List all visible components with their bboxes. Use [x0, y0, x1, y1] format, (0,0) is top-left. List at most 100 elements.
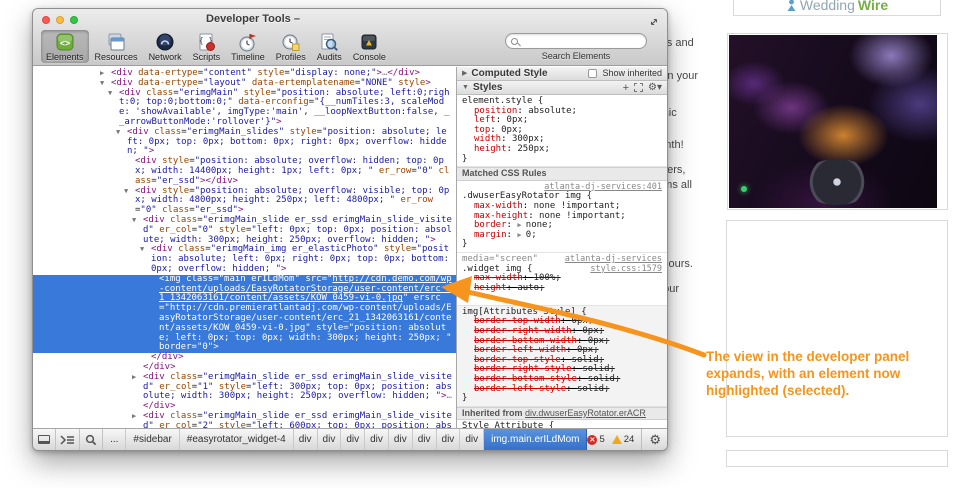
tab-scripts[interactable]: { } Scripts: [188, 30, 226, 63]
disclosure-triangle[interactable]: ▶: [132, 373, 136, 383]
breadcrumb-item[interactable]: div: [437, 429, 461, 450]
property-value: none !important;: [534, 201, 621, 211]
property-value: absolute;: [528, 106, 577, 116]
property-value: solid;: [588, 374, 621, 384]
search-input[interactable]: [521, 36, 636, 46]
console-icon: [359, 32, 379, 52]
property-name: height: [474, 144, 507, 154]
dj-photo[interactable]: [729, 35, 937, 208]
inherited-node-link[interactable]: div.dwuserEasyRotator.erACR: [525, 408, 646, 418]
dom-tree-row[interactable]: ▼<div class="erimgMain" style="position:…: [33, 89, 456, 128]
property-value: 250px;: [517, 144, 550, 154]
status-bar: ...#sidebar#easyrotator_widget-4divdivdi…: [33, 428, 667, 450]
disclosure-triangle[interactable]: ▼: [108, 89, 112, 99]
collapsed-triangle-icon[interactable]: ▶: [462, 69, 467, 79]
tab-label: Network: [149, 52, 182, 62]
logo-word-2: Wire: [858, 0, 888, 13]
css-property[interactable]: margin: ▶ 0;: [462, 231, 662, 241]
show-inherited-checkbox[interactable]: [588, 69, 597, 78]
dom-tree-row[interactable]: ▼<div class="erimgMain_img er_elasticPho…: [33, 245, 456, 274]
dom-tree-row[interactable]: </div>: [33, 353, 456, 363]
dock-toggle-button[interactable]: [33, 429, 56, 450]
breadcrumb-item[interactable]: ...: [103, 429, 126, 450]
breadcrumb-item[interactable]: div: [413, 429, 437, 450]
search-field[interactable]: [505, 33, 647, 49]
node-search-button[interactable]: [80, 429, 103, 450]
breadcrumb-item[interactable]: div: [389, 429, 413, 450]
dom-tree-pane[interactable]: ▶<div data-ertype="content" style="displ…: [33, 67, 456, 428]
dom-tree-row[interactable]: ▼<div style="position: absolute; overflo…: [33, 187, 456, 216]
property-value: solid;: [577, 384, 610, 394]
tab-audits[interactable]: Audits: [312, 30, 347, 63]
expand-value-icon[interactable]: ▶: [517, 231, 525, 239]
separator: [641, 429, 642, 450]
disclosure-triangle[interactable]: ▼: [132, 216, 136, 226]
minimize-button[interactable]: [56, 16, 64, 24]
close-button[interactable]: [42, 16, 50, 24]
svg-text:<>: <>: [59, 39, 70, 49]
stylesheet-link[interactable]: atlanta-dj-services:401: [544, 182, 662, 192]
console-toggle-icon: [60, 435, 76, 445]
css-property[interactable]: border-left-style: solid;: [462, 385, 662, 395]
dom-tree-row[interactable]: ▶<div class="erimgMain_slide er_ssd erim…: [33, 373, 456, 412]
dom-tree-row[interactable]: ▼<div class="erimgMain_slide er_ssd erim…: [33, 216, 456, 245]
weddingwire-badge[interactable]: WeddingWire: [733, 0, 941, 16]
property-value: solid;: [582, 364, 615, 374]
warning-icon: [612, 435, 622, 444]
audits-icon: [319, 32, 339, 52]
dom-tree-row[interactable]: ▼<div class="erimgMain_slides" style="po…: [33, 128, 456, 157]
tab-label: Scripts: [193, 52, 221, 62]
console-toggle-button[interactable]: [56, 429, 79, 450]
settings-gear-icon[interactable]: ⚙: [649, 432, 661, 448]
breadcrumb-item[interactable]: div: [460, 429, 484, 450]
tab-timeline[interactable]: Timeline: [226, 30, 270, 63]
disclosure-triangle[interactable]: ▼: [140, 245, 144, 255]
screenshot-stage: onies anded on yourmusicmonth!mixers,yst…: [0, 0, 958, 488]
property-name: position: [474, 106, 517, 116]
dom-tree-row[interactable]: <div style="position: absolute; overflow…: [33, 157, 456, 186]
css-property[interactable]: height: 250px;: [462, 145, 662, 155]
breadcrumb-item[interactable]: div: [365, 429, 389, 450]
breadcrumb-item[interactable]: div: [294, 429, 318, 450]
tab-resources[interactable]: Resources: [90, 30, 143, 63]
disclosure-triangle[interactable]: ▼: [116, 128, 120, 138]
new-style-rule-icon[interactable]: +: [623, 83, 629, 93]
disclosure-triangle[interactable]: ▼: [100, 79, 104, 89]
element-state-icon[interactable]: [634, 83, 643, 92]
expanded-triangle-icon[interactable]: ▼: [462, 83, 469, 93]
disclosure-triangle[interactable]: ▶: [132, 412, 136, 422]
css-rule: element.style {position: absolute;left: …: [457, 95, 667, 167]
expand-value-icon[interactable]: ▶: [517, 221, 525, 229]
inherited-from-header: Inherited from div.dwuserEasyRotator.erA…: [457, 407, 667, 421]
breadcrumb-item[interactable]: div: [341, 429, 365, 450]
tab-elements[interactable]: <> Elements: [41, 30, 89, 63]
breadcrumb-item-selected[interactable]: img.main.erILdMom: [484, 429, 587, 450]
section-header: Matched CSS Rules: [457, 167, 667, 181]
titlebar[interactable]: Developer Tools –: [33, 9, 667, 31]
tab-console[interactable]: Console: [348, 30, 391, 63]
property-name: left: [474, 115, 496, 125]
dom-tree-row[interactable]: ▶<div class="erimgMain_slide er_ssd erim…: [33, 412, 456, 428]
search-label: Search Elements: [542, 51, 611, 61]
zoom-button[interactable]: [70, 16, 78, 24]
property-value: none;: [526, 220, 553, 230]
network-icon: [155, 32, 175, 52]
tab-label: Audits: [317, 52, 342, 62]
tab-network[interactable]: Network: [144, 30, 187, 63]
console-counters[interactable]: ✕ 5 24 ⚙: [587, 429, 667, 450]
breadcrumb-item[interactable]: div: [318, 429, 342, 450]
tab-label: Timeline: [231, 52, 265, 62]
dom-tree-row-selected[interactable]: <img class="main erILdMom" src="http://c…: [33, 275, 456, 353]
profiles-icon: [281, 32, 301, 52]
styles-header[interactable]: ▼ Styles + ⚙▾: [457, 81, 667, 95]
tab-profiles[interactable]: Profiles: [271, 30, 311, 63]
styles-gear-icon[interactable]: ⚙▾: [648, 83, 662, 93]
disclosure-triangle[interactable]: ▶: [100, 69, 104, 79]
disclosure-triangle[interactable]: ▼: [124, 187, 128, 197]
css-rule: Style Attribute {text-align: left;}: [457, 420, 667, 428]
property-name: border-bottom-style: [474, 374, 577, 384]
resources-icon: [106, 32, 126, 52]
breadcrumb-item[interactable]: #sidebar: [126, 429, 179, 450]
computed-style-header[interactable]: ▶ Computed Style Show inherited: [457, 67, 667, 81]
breadcrumb-item[interactable]: #easyrotator_widget-4: [180, 429, 294, 450]
